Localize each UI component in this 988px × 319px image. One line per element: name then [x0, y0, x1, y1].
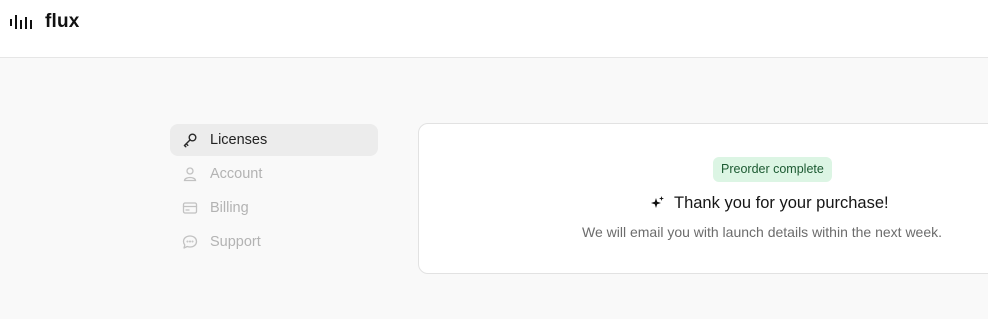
sparkles-icon — [649, 195, 665, 211]
sidebar-item-licenses[interactable]: Licenses — [170, 124, 378, 156]
chat-bubble-icon — [182, 234, 198, 250]
brand-logo[interactable]: flux — [10, 11, 80, 33]
sidebar-item-billing[interactable]: Billing — [170, 192, 378, 224]
settings-sidebar: Licenses Account Billing Support — [170, 124, 378, 260]
sidebar-item-label: Account — [210, 166, 263, 182]
brand-name: flux — [45, 11, 80, 32]
confirmation-headline: Thank you for your purchase! — [649, 192, 889, 214]
sidebar-item-support[interactable]: Support — [170, 226, 378, 258]
page-title: Thank you for your purchase! — [674, 193, 889, 212]
sidebar-item-label: Billing — [210, 200, 249, 216]
confirmation-message: We will email you with launch details wi… — [582, 224, 943, 240]
status-badge: Preorder complete — [713, 157, 832, 182]
soundwave-logo-icon — [10, 14, 34, 30]
key-icon — [182, 132, 198, 148]
user-icon — [182, 166, 198, 182]
confirmation-card: Preorder complete Thank you for your pur… — [418, 123, 988, 274]
top-bar: flux — [0, 0, 988, 58]
credit-card-icon — [182, 200, 198, 216]
sidebar-item-account[interactable]: Account — [170, 158, 378, 190]
sidebar-item-label: Support — [210, 234, 261, 250]
sidebar-item-label: Licenses — [210, 132, 268, 148]
